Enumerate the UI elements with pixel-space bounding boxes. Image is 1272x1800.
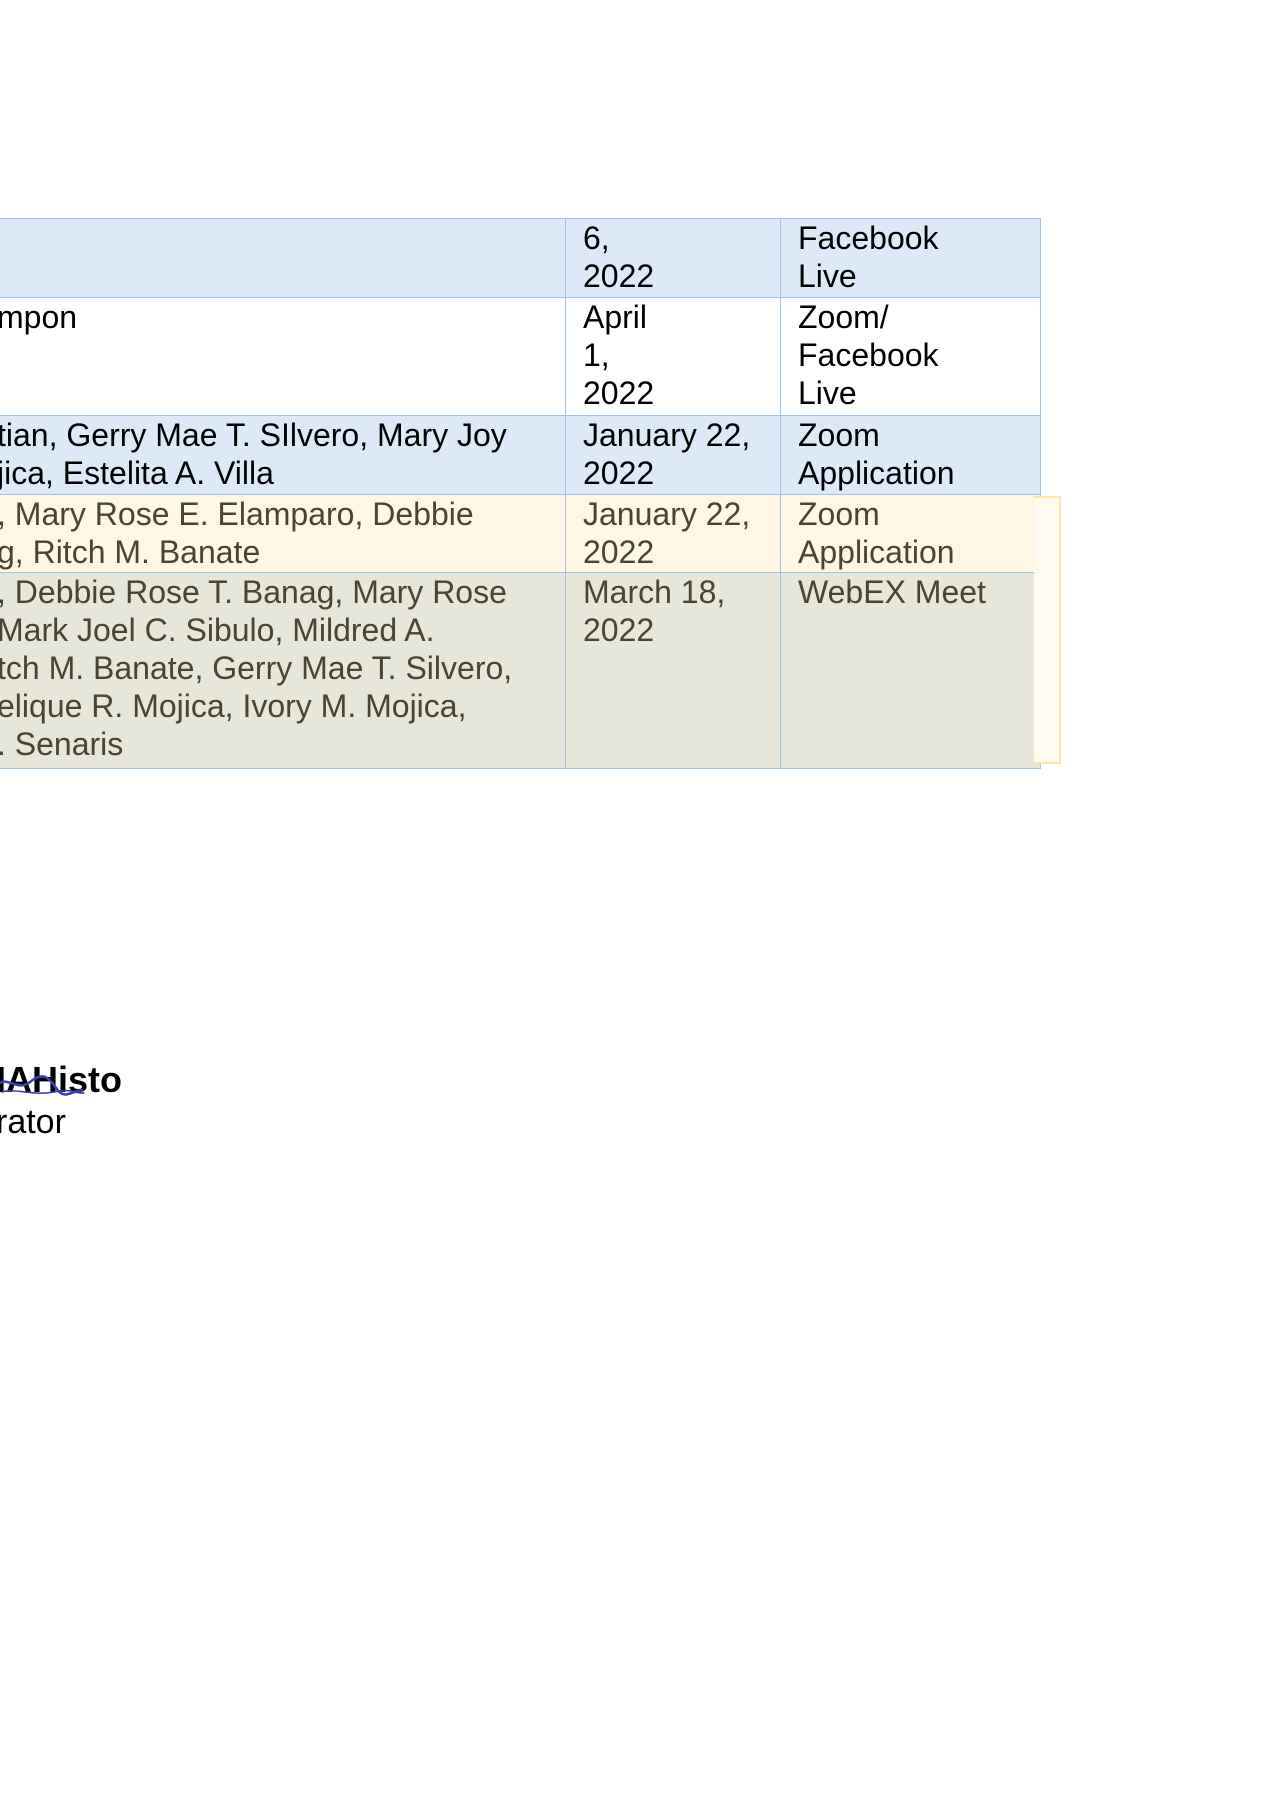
- date-cell: January 22, 2022: [565, 415, 781, 495]
- signature-block: IAHisto rator: [0, 1058, 122, 1142]
- table-row: tian, Gerry Mae T. SIlvero, Mary Joy jic…: [0, 415, 1041, 495]
- date-cell: January 22, 2022: [565, 494, 781, 573]
- date-cell: March 18, 2022: [565, 572, 781, 769]
- table-row: 6, 2022 Facebook Live: [0, 218, 1041, 298]
- mode-cell: Facebook Live: [780, 218, 1041, 298]
- highlight-frame: [1034, 496, 1061, 764]
- mode-cell: Zoom/ Facebook Live: [780, 297, 1041, 416]
- date-cell: April 1, 2022: [565, 297, 781, 416]
- signer-name-wrap: IAHisto: [0, 1058, 122, 1102]
- signer-title: rator: [0, 1103, 66, 1141]
- table-row: mpon April 1, 2022 Zoom/ Facebook Live: [0, 297, 1041, 416]
- document-page: { "table": { "rows": [ { "style": "blue"…: [0, 0, 1272, 1800]
- participants-cell: mpon: [0, 297, 566, 416]
- participants-cell: [0, 218, 566, 298]
- participants-cell: , Mary Rose E. Elamparo, Debbie g, Ritch…: [0, 494, 566, 573]
- table-row: , Mary Rose E. Elamparo, Debbie g, Ritch…: [0, 494, 1041, 573]
- table-row: , Debbie Rose T. Banag, Mary Rose Mark J…: [0, 572, 1041, 769]
- date-cell: 6, 2022: [565, 218, 781, 298]
- participants-cell: tian, Gerry Mae T. SIlvero, Mary Joy jic…: [0, 415, 566, 495]
- participants-cell: , Debbie Rose T. Banag, Mary Rose Mark J…: [0, 572, 566, 769]
- mode-cell: Zoom Application: [780, 494, 1041, 573]
- signature-scribble-icon: [0, 1075, 85, 1096]
- mode-cell: Zoom Application: [780, 415, 1041, 495]
- mode-cell: WebEX Meet: [780, 572, 1041, 769]
- activities-table: 6, 2022 Facebook Live mpon April 1, 2022…: [0, 218, 1041, 769]
